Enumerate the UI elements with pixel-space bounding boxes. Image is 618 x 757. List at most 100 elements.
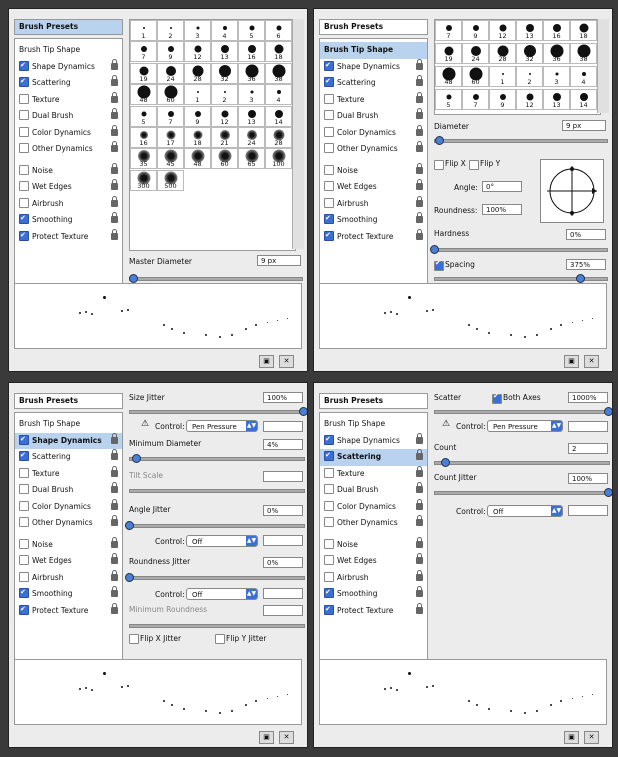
sidebar-item-protect-texture[interactable]: Protect Texture: [320, 601, 427, 620]
flip-x-jitter-checkbox[interactable]: [129, 634, 139, 644]
lock-icon[interactable]: [416, 482, 423, 493]
checkbox[interactable]: [19, 143, 29, 153]
lock-icon[interactable]: [416, 162, 423, 174]
diameter-slider[interactable]: [434, 139, 608, 143]
scrollbar[interactable]: [292, 19, 304, 249]
checkbox[interactable]: [324, 538, 334, 549]
checkbox[interactable]: [19, 467, 29, 478]
sidebar-item-other-dynamics[interactable]: Other Dynamics: [15, 141, 122, 158]
slider-knob[interactable]: [604, 407, 612, 416]
checkbox[interactable]: [19, 517, 29, 527]
brush-preset-cell[interactable]: 9: [157, 41, 184, 63]
lock-icon[interactable]: [111, 586, 118, 597]
slider-knob[interactable]: [299, 407, 307, 416]
lock-icon[interactable]: [111, 124, 118, 136]
angle-field[interactable]: 0°: [482, 181, 522, 192]
sidebar-item-scattering[interactable]: Scattering: [15, 73, 122, 92]
brush-preset-cell[interactable]: 6: [265, 20, 292, 41]
slider-knob[interactable]: [604, 488, 612, 497]
sidebar-item-color-dynamics[interactable]: Color Dynamics: [15, 124, 122, 142]
lock-icon[interactable]: [416, 586, 423, 597]
brush-preset-cell[interactable]: 7: [435, 20, 462, 41]
lock-icon[interactable]: [111, 179, 118, 190]
lock-icon[interactable]: [111, 75, 118, 86]
brush-preset-cell[interactable]: 4: [265, 84, 292, 106]
slider-knob[interactable]: [430, 245, 439, 254]
brush-preset-cell[interactable]: 24: [238, 127, 265, 148]
checkbox[interactable]: [324, 555, 334, 565]
brush-preset-cell[interactable]: 100: [265, 148, 292, 170]
slider-knob[interactable]: [576, 274, 585, 283]
checkbox[interactable]: [324, 126, 334, 137]
checkbox[interactable]: [19, 584, 29, 601]
roundness-field[interactable]: 100%: [482, 204, 522, 215]
min-diameter-slider[interactable]: [129, 457, 305, 461]
brush-preset-cell[interactable]: 28: [489, 43, 516, 64]
brush-preset-cell[interactable]: 14: [265, 105, 292, 127]
lock-icon[interactable]: [111, 162, 118, 174]
brush-preset-cell[interactable]: 28: [184, 62, 211, 84]
checkbox[interactable]: [324, 93, 334, 104]
lock-icon[interactable]: [416, 553, 423, 564]
brush-preset-cell[interactable]: 3: [184, 20, 211, 41]
size-jitter-field[interactable]: 100%: [263, 392, 303, 403]
brush-preset-cell[interactable]: 24: [462, 43, 489, 64]
sidebar-item-shape-dynamics[interactable]: Shape Dynamics: [320, 57, 427, 76]
checkbox[interactable]: [19, 500, 29, 511]
lock-icon[interactable]: [111, 602, 118, 614]
brush-preset-cell[interactable]: 7: [130, 41, 157, 63]
roundness-jitter-field[interactable]: 0%: [263, 557, 303, 568]
brush-preset-cell[interactable]: 21: [211, 127, 238, 148]
sidebar-item-protect-texture[interactable]: Protect Texture: [320, 227, 427, 246]
sidebar-item-smoothing[interactable]: Smoothing: [15, 210, 122, 229]
scrollbar[interactable]: [597, 19, 609, 113]
checkbox[interactable]: [19, 197, 29, 208]
roundness-control-field[interactable]: [263, 588, 303, 599]
brush-preset-cell[interactable]: 32: [516, 43, 543, 64]
brush-preset-cell[interactable]: 5: [435, 89, 462, 110]
brush-preset-cell[interactable]: 18: [570, 20, 597, 41]
brush-preset-cell[interactable]: 24: [157, 62, 184, 84]
count-control-select[interactable]: Off ▲▼: [487, 505, 563, 517]
brush-preset-cell[interactable]: 4: [211, 20, 238, 41]
brush-preset-cell[interactable]: 2: [211, 84, 238, 106]
brush-preset-cell[interactable]: 60: [211, 148, 238, 170]
brush-preset-cell[interactable]: 13: [238, 105, 265, 127]
brush-preset-cell[interactable]: 9: [489, 89, 516, 110]
brush-preset-cell[interactable]: 38: [570, 43, 597, 64]
sidebar-item-scattering[interactable]: Scattering: [320, 447, 427, 466]
brush-preset-cell[interactable]: 3: [238, 84, 265, 106]
brush-preset-cell[interactable]: 500: [157, 169, 184, 191]
sidebar-item-noise[interactable]: Noise: [15, 162, 122, 180]
brush-preset-cell[interactable]: 2: [157, 20, 184, 41]
brush-preset-cell[interactable]: 12: [211, 105, 238, 127]
lock-icon[interactable]: [111, 536, 118, 548]
new-brush-icon[interactable]: ▣: [259, 731, 274, 744]
brush-preset-cell[interactable]: 19: [130, 62, 157, 84]
sidebar-item-dual-brush[interactable]: Dual Brush: [15, 482, 122, 499]
checkbox[interactable]: [324, 181, 334, 191]
brush-preset-cell[interactable]: 5: [130, 105, 157, 127]
trash-icon[interactable]: ✕: [279, 355, 294, 368]
sidebar-item-color-dynamics[interactable]: Color Dynamics: [15, 498, 122, 516]
trash-icon[interactable]: ✕: [584, 355, 599, 368]
sidebar-item-texture[interactable]: Texture: [320, 91, 427, 109]
checkbox[interactable]: [19, 555, 29, 565]
brush-preset-cell[interactable]: 18: [184, 127, 211, 148]
brush-preset-cell[interactable]: 48: [435, 66, 462, 87]
angle-jitter-field[interactable]: 0%: [263, 505, 303, 516]
angle-jitter-slider[interactable]: [129, 524, 305, 528]
lock-icon[interactable]: [416, 75, 423, 86]
sidebar-item-wet-edges[interactable]: Wet Edges: [320, 553, 427, 570]
slider-knob[interactable]: [132, 454, 141, 463]
sidebar-item-dual-brush[interactable]: Dual Brush: [320, 108, 427, 125]
sidebar-item-airbrush[interactable]: Airbrush: [320, 195, 427, 213]
sidebar-item-protect-texture[interactable]: Protect Texture: [15, 601, 122, 620]
scatter-field[interactable]: 1000%: [568, 392, 608, 403]
sidebar-item-dual-brush[interactable]: Dual Brush: [320, 482, 427, 499]
sidebar-item-dual-brush[interactable]: Dual Brush: [15, 108, 122, 125]
sidebar-item-shape-dynamics[interactable]: Shape Dynamics: [15, 431, 122, 449]
lock-icon[interactable]: [111, 482, 118, 493]
size-control-field[interactable]: [263, 421, 303, 432]
lock-icon[interactable]: [416, 569, 423, 581]
